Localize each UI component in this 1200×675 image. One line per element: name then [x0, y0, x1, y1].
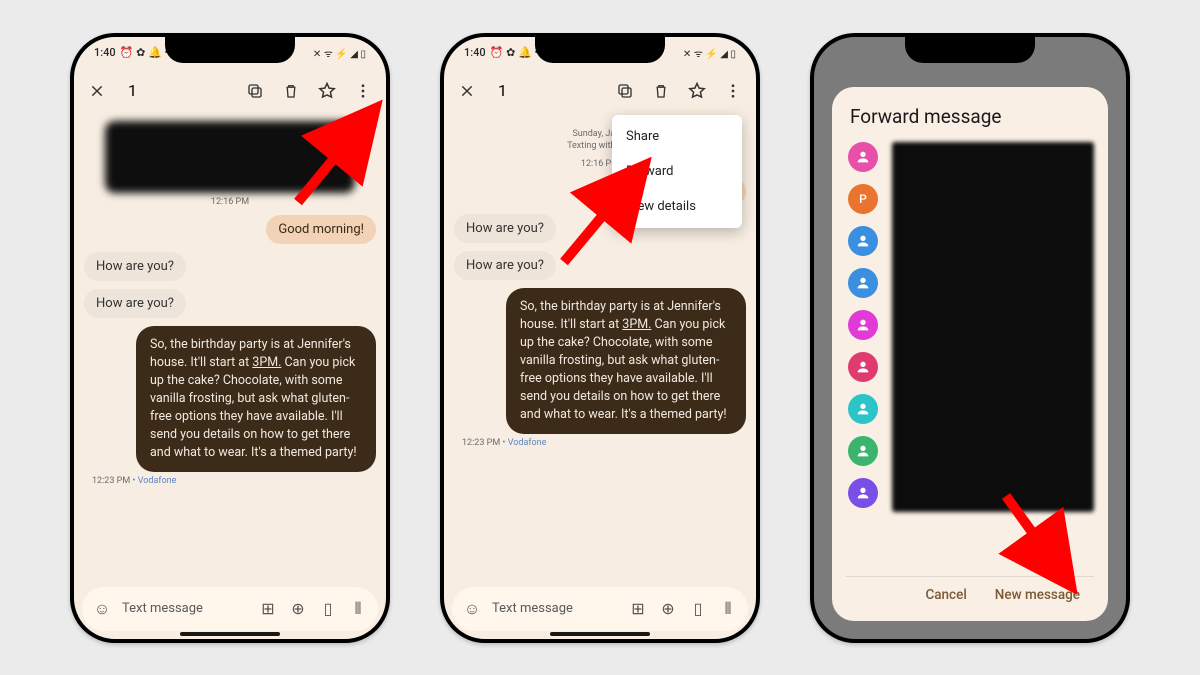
phone-notch — [535, 37, 665, 63]
add-icon[interactable]: ⊕ — [658, 599, 678, 619]
status-time: 1:40 — [464, 46, 486, 59]
message-meta: 12:23 PM • Vodafone — [92, 476, 376, 486]
outgoing-message[interactable]: Good morning! — [266, 215, 376, 244]
new-message-button[interactable]: New message — [995, 587, 1080, 603]
timestamp: 12:16 PM — [84, 197, 376, 207]
contact-avatar[interactable] — [848, 478, 878, 508]
delete-icon[interactable] — [650, 80, 672, 102]
voice-icon[interactable]: ⦀ — [348, 599, 368, 619]
volume-up — [440, 177, 441, 222]
contact-avatar[interactable] — [848, 352, 878, 382]
emoji-icon[interactable]: ☺ — [92, 599, 112, 619]
chat-area: 12:16 PM Good morning! How are you? How … — [74, 115, 386, 581]
dialog-actions: Cancel New message — [846, 576, 1094, 609]
home-indicator[interactable] — [550, 632, 650, 636]
add-icon[interactable]: ⊕ — [288, 599, 308, 619]
message-composer[interactable]: ☺ Text message ⊞ ⊕ ▯ ⦀ — [82, 587, 378, 631]
contact-avatar[interactable] — [848, 436, 878, 466]
menu-share[interactable]: Share — [612, 119, 742, 154]
contact-avatar[interactable]: P — [848, 184, 878, 214]
copy-icon[interactable] — [244, 80, 266, 102]
status-left-icons: ⏰ ✿ 🔔 • — [490, 46, 539, 59]
status-right-icons: ✕ ᯤ ⚡ ◢ ▯ — [313, 46, 366, 60]
phone-step-1: 1:40 ⏰ ✿ 🔔 • ✕ ᯤ ⚡ ◢ ▯ 1 — [70, 33, 390, 643]
emoji-icon[interactable]: ☺ — [462, 599, 482, 619]
contact-avatar[interactable] — [848, 310, 878, 340]
contact-list[interactable]: P — [846, 142, 1094, 576]
contact-avatar[interactable] — [848, 268, 878, 298]
phone-step-2: 1:40 ⏰ ✿ 🔔 • ✕ ᯤ ⚡ ◢ ▯ 1 — [440, 33, 760, 643]
gallery-icon[interactable]: ⊞ — [628, 599, 648, 619]
redacted-block — [105, 121, 355, 193]
close-icon[interactable] — [456, 80, 478, 102]
phone-notch — [165, 37, 295, 63]
sim-icon[interactable]: ▯ — [318, 599, 338, 619]
delete-icon[interactable] — [280, 80, 302, 102]
incoming-message[interactable]: How are you? — [84, 289, 186, 318]
composer-placeholder[interactable]: Text message — [492, 601, 618, 616]
volume-down — [810, 232, 811, 277]
volume-up — [810, 177, 811, 222]
incoming-message[interactable]: How are you? — [454, 214, 556, 243]
power-button — [1129, 207, 1130, 272]
composer-placeholder[interactable]: Text message — [122, 601, 248, 616]
more-icon[interactable] — [722, 80, 744, 102]
contact-avatar[interactable] — [848, 394, 878, 424]
power-button — [389, 207, 390, 272]
phone-notch — [905, 37, 1035, 63]
selection-toolbar: 1 — [444, 69, 756, 113]
status-left-icons: ⏰ ✿ 🔔 • — [120, 46, 169, 59]
selection-toolbar: 1 — [74, 69, 386, 113]
selection-count: 1 — [498, 81, 600, 100]
forward-dialog: Forward message P Cancel New message — [832, 87, 1108, 621]
contact-avatar[interactable] — [848, 142, 878, 172]
incoming-message[interactable]: How are you? — [454, 251, 556, 280]
message-composer[interactable]: ☺ Text message ⊞ ⊕ ▯ ⦀ — [452, 587, 748, 631]
status-right-icons: ✕ ᯤ ⚡ ◢ ▯ — [683, 46, 736, 60]
selection-count: 1 — [128, 81, 230, 100]
contact-avatar[interactable] — [848, 226, 878, 256]
phone-step-3: Forward message P Cancel New message — [810, 33, 1130, 643]
copy-icon[interactable] — [614, 80, 636, 102]
status-time: 1:40 — [94, 46, 116, 59]
voice-icon[interactable]: ⦀ — [718, 599, 738, 619]
cancel-button[interactable]: Cancel — [925, 587, 966, 603]
menu-view-details[interactable]: View details — [612, 189, 742, 224]
power-button — [759, 207, 760, 272]
redacted-contacts — [892, 142, 1094, 512]
message-meta: 12:23 PM • Vodafone — [462, 438, 746, 448]
selected-message[interactable]: So, the birthday party is at Jennifer's … — [136, 326, 376, 473]
sim-icon[interactable]: ▯ — [688, 599, 708, 619]
incoming-message[interactable]: How are you? — [84, 252, 186, 281]
volume-down — [440, 232, 441, 277]
volume-down — [70, 232, 71, 277]
star-icon[interactable] — [686, 80, 708, 102]
dialog-title: Forward message — [850, 105, 1094, 128]
star-icon[interactable] — [316, 80, 338, 102]
volume-up — [70, 177, 71, 222]
home-indicator[interactable] — [180, 632, 280, 636]
tutorial-stage: 1:40 ⏰ ✿ 🔔 • ✕ ᯤ ⚡ ◢ ▯ 1 — [0, 0, 1200, 675]
gallery-icon[interactable]: ⊞ — [258, 599, 278, 619]
close-icon[interactable] — [86, 80, 108, 102]
more-icon[interactable] — [352, 80, 374, 102]
selected-message[interactable]: So, the birthday party is at Jennifer's … — [506, 288, 746, 435]
menu-forward[interactable]: Forward — [612, 154, 742, 189]
overflow-menu: Share Forward View details — [612, 115, 742, 228]
